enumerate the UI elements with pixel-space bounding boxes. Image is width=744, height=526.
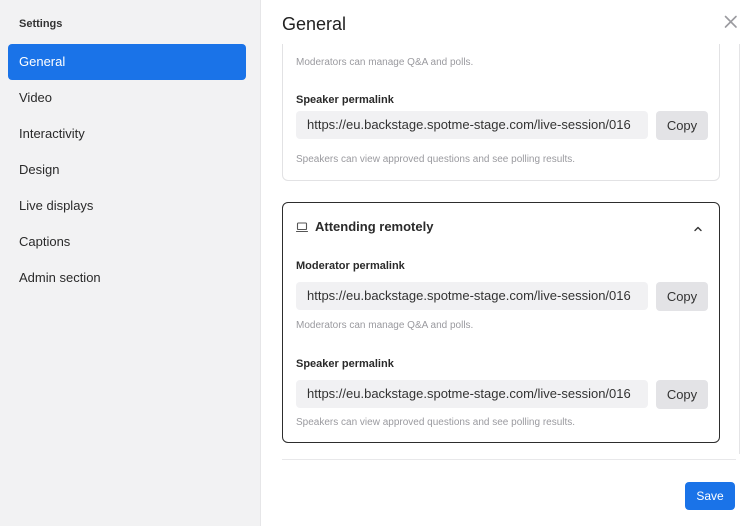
settings-scroll-area[interactable]: Moderators can manage Q&A and polls. Spe… [261,44,744,464]
sidebar-item-interactivity[interactable]: Interactivity [8,116,246,152]
attending-remotely-header[interactable]: Attending remotely [295,218,708,234]
sidebar-item-captions[interactable]: Captions [8,224,246,260]
sidebar-item-design[interactable]: Design [8,152,246,188]
sidebar-nav: General Video Interactivity Design Live … [8,44,246,296]
main-panel: General Moderators can manage Q&A and po… [261,0,744,526]
speaker-permalink-label: Speaker permalink [296,358,394,370]
sidebar-item-general[interactable]: General [8,44,246,80]
footer-divider [282,459,736,460]
settings-sidebar: Settings General Video Interactivity Des… [0,0,261,526]
speaker-permalink-hint: Speakers can view approved questions and… [296,154,576,165]
sidebar-title: Settings [19,18,63,30]
moderator-permalink-label: Moderator permalink [296,260,405,272]
page-title: General [282,14,347,34]
attending-remotely-title: Attending remotely [315,219,434,234]
speaker-permalink-field[interactable]: https://eu.backstage.spotme-stage.com/li… [296,380,648,408]
moderator-permalink-hint: Moderators can manage Q&A and polls. [296,57,474,68]
moderator-permalink-hint: Moderators can manage Q&A and polls. [296,320,474,331]
sidebar-item-admin-section[interactable]: Admin section [8,260,246,296]
copy-speaker-permalink-button[interactable]: Copy [656,111,708,140]
speaker-permalink-hint: Speakers can view approved questions and… [296,417,576,428]
copy-moderator-permalink-button[interactable]: Copy [656,282,708,311]
copy-speaker-permalink-button[interactable]: Copy [656,380,708,409]
close-icon[interactable] [722,13,740,31]
speaker-permalink-field[interactable]: https://eu.backstage.spotme-stage.com/li… [296,111,648,139]
laptop-icon [295,220,309,233]
attending-remotely-card: Attending remotely Moderator permalink h… [282,202,720,443]
save-button[interactable]: Save [685,482,735,510]
sidebar-item-video[interactable]: Video [8,80,246,116]
onsite-permalinks-card: Moderators can manage Q&A and polls. Spe… [282,44,720,181]
chevron-up-icon[interactable] [693,221,703,232]
sidebar-item-live-displays[interactable]: Live displays [8,188,246,224]
moderator-permalink-field[interactable]: https://eu.backstage.spotme-stage.com/li… [296,282,648,310]
speaker-permalink-label: Speaker permalink [296,94,394,106]
scrollbar[interactable] [739,44,740,454]
